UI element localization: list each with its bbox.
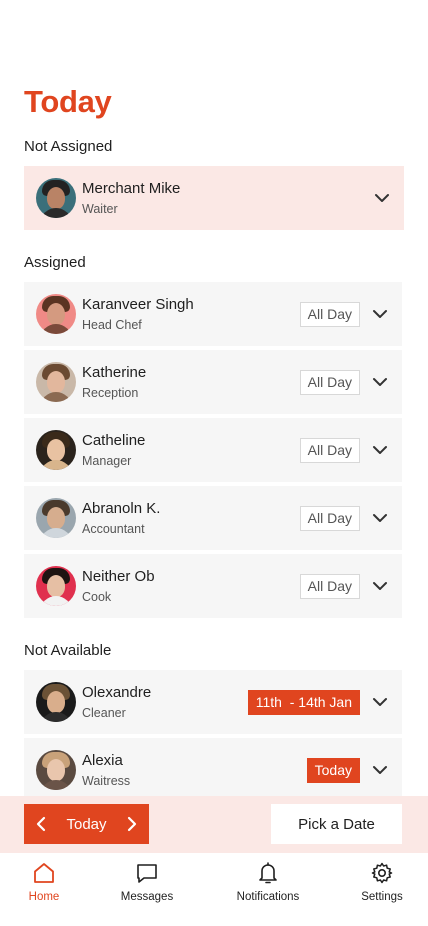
tab-label: Settings [361, 891, 403, 903]
availability-tag[interactable]: All Day [299, 369, 360, 395]
staff-row[interactable]: Alexia Waitress Today [24, 738, 402, 802]
staff-name: Olexandre [82, 684, 152, 701]
chevron-down-icon[interactable] [372, 510, 388, 526]
staff-name: Katherine [82, 364, 147, 381]
current-day-label: Today [66, 815, 107, 833]
section-label-assigned: Assigned [24, 254, 86, 271]
unavailable-dates-tag[interactable]: Today [306, 757, 360, 783]
staff-name: Karanveer Singh [82, 296, 194, 313]
home-icon [32, 861, 56, 885]
staff-role: Cleaner [82, 706, 126, 720]
staff-name: Merchant Mike [82, 180, 181, 197]
tab-bar: Home Messages Notifications Settings [0, 853, 428, 926]
staff-row[interactable]: Merchant Mike Waiter [24, 166, 404, 230]
page-title: Today [24, 84, 112, 119]
chevron-down-icon[interactable] [372, 578, 388, 594]
pick-date-button[interactable]: Pick a Date [271, 804, 402, 844]
tab-label: Home [28, 891, 60, 903]
unavailable-dates-tag[interactable]: 11th - 14th Jan [247, 689, 360, 715]
avatar [36, 498, 76, 538]
chevron-down-icon[interactable] [372, 694, 388, 710]
staff-role: Reception [82, 386, 139, 400]
avatar [36, 362, 76, 402]
staff-row[interactable]: Katherine Reception All Day [24, 350, 402, 414]
staff-role: Head Chef [82, 318, 142, 332]
availability-tag[interactable]: All Day [299, 301, 360, 327]
tab-label: Notifications [236, 891, 300, 903]
availability-tag[interactable]: All Day [299, 573, 360, 599]
chevron-down-icon[interactable] [372, 762, 388, 778]
avatar [36, 750, 76, 790]
message-icon [135, 861, 159, 885]
staff-name: Neither Ob [82, 568, 155, 585]
gear-icon [370, 861, 394, 885]
avatar [36, 682, 76, 722]
staff-role: Waitress [82, 774, 131, 788]
chevron-left-icon[interactable] [36, 816, 46, 832]
staff-role: Manager [82, 454, 132, 468]
tab-settings[interactable]: Settings [337, 861, 427, 903]
section-label-not-available: Not Available [24, 642, 112, 659]
avatar [36, 294, 76, 334]
staff-name: Catheline [82, 432, 146, 449]
tab-messages[interactable]: Messages [102, 861, 192, 903]
day-navigator: Today [24, 804, 149, 844]
staff-name: Alexia [82, 752, 123, 769]
staff-row[interactable]: Karanveer Singh Head Chef All Day [24, 282, 402, 346]
tab-notifications[interactable]: Notifications [223, 861, 313, 903]
tab-home[interactable]: Home [0, 861, 89, 903]
staff-role: Waiter [82, 202, 118, 216]
chevron-down-icon[interactable] [372, 442, 388, 458]
avatar [36, 566, 76, 606]
chevron-down-icon[interactable] [374, 190, 390, 206]
staff-row[interactable]: Neither Ob Cook All Day [24, 554, 402, 618]
tab-label: Messages [120, 891, 174, 903]
staff-role: Cook [82, 590, 112, 604]
staff-row[interactable]: Catheline Manager All Day [24, 418, 402, 482]
staff-row[interactable]: Abranoln K. Accountant All Day [24, 486, 402, 550]
chevron-down-icon[interactable] [372, 374, 388, 390]
availability-tag[interactable]: All Day [299, 505, 360, 531]
staff-row[interactable]: Olexandre Cleaner 11th - 14th Jan [24, 670, 402, 734]
bell-icon [256, 861, 280, 885]
chevron-down-icon[interactable] [372, 306, 388, 322]
avatar [36, 178, 76, 218]
staff-name: Abranoln K. [82, 500, 161, 517]
staff-role: Accountant [82, 522, 145, 536]
avatar [36, 430, 76, 470]
section-label-not-assigned: Not Assigned [24, 138, 113, 155]
chevron-right-icon[interactable] [127, 816, 137, 832]
availability-tag[interactable]: All Day [299, 437, 360, 463]
